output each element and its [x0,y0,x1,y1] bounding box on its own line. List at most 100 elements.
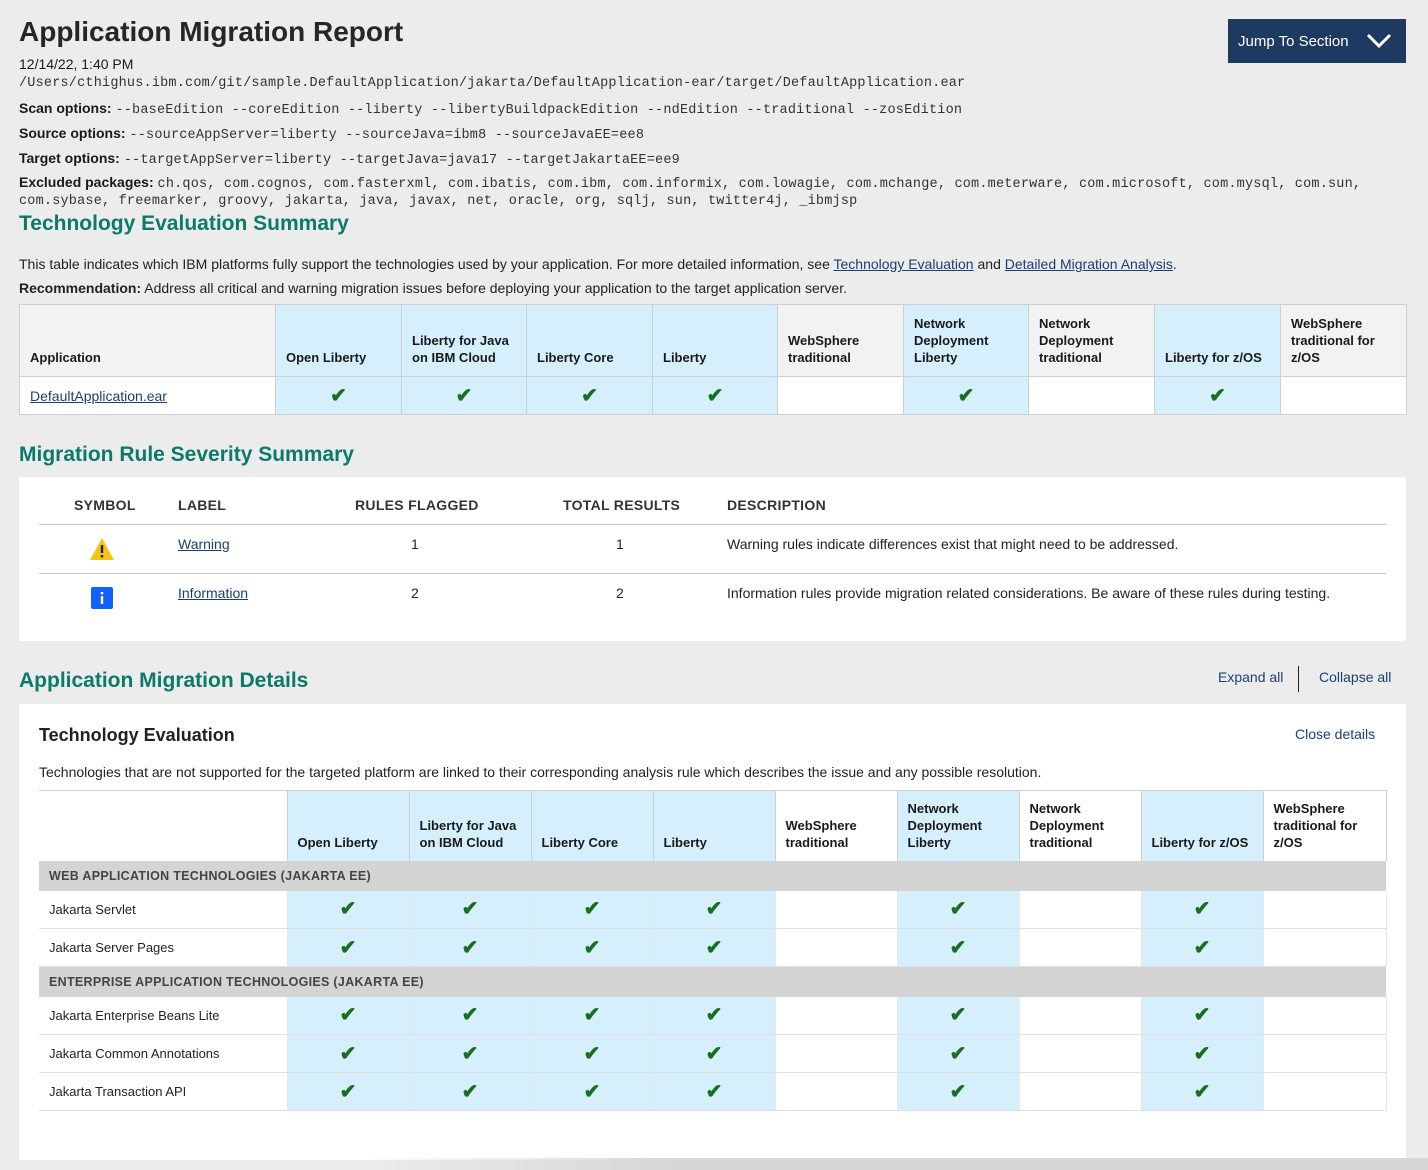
support-cell [1019,928,1142,967]
check-icon: ✔ [705,1004,723,1027]
check-icon: ✔ [1193,898,1211,921]
target-options-value: --targetAppServer=liberty --targetJava=j… [123,153,680,168]
check-icon: ✔ [1193,1080,1211,1103]
check-icon: ✔ [583,1080,601,1103]
category-row: ENTERPRISE APPLICATION TECHNOLOGIES (JAK… [39,966,1386,997]
support-cell: ✔ [1154,376,1281,415]
support-cell [1019,1072,1142,1111]
support-cell: ✔ [1141,1034,1264,1073]
divider [39,573,1386,574]
tech-summary-desc-and: and [977,256,1001,272]
support-cell: ✔ [409,890,532,929]
support-cell: ✔ [526,376,653,415]
support-cell: ✔ [653,1034,776,1073]
support-cell: ✔ [1141,928,1264,967]
technology-name: Jakarta Transaction API [39,1072,288,1111]
jump-to-section-button[interactable]: Jump To Section [1228,19,1406,63]
check-icon: ✔ [949,1004,967,1027]
support-cell: ✔ [897,1072,1020,1111]
warning-link[interactable]: Warning [178,536,230,552]
platform-header: Network Deployment Liberty [897,790,1020,861]
check-icon: ✔ [339,1042,357,1065]
check-icon: ✔ [455,384,473,407]
recommendation-text: Address all critical and warning migrati… [144,280,847,296]
detailed-migration-analysis-link[interactable]: Detailed Migration Analysis [1005,256,1173,272]
platform-header: Liberty for Java on IBM Cloud [409,790,532,861]
category-label: WEB APPLICATION TECHNOLOGIES (JAKARTA EE… [39,860,1386,891]
support-cell: ✔ [409,928,532,967]
technology-row: Jakarta Transaction API ✔ ✔ ✔ ✔ ✔ ✔ [39,1072,1387,1111]
technology-evaluation-link[interactable]: Technology Evaluation [834,256,974,272]
support-cell: ✔ [653,890,776,929]
platform-header: Network Deployment traditional [1019,790,1142,861]
support-cell [775,1034,898,1073]
check-icon: ✔ [1193,1004,1211,1027]
support-cell [775,1072,898,1111]
platform-header: Network Deployment Liberty [903,304,1029,377]
support-cell: ✔ [287,996,410,1035]
support-cell: ✔ [275,376,402,415]
platform-summary-table: Application Open Liberty Liberty for Jav… [19,304,1407,415]
support-cell: ✔ [653,928,776,967]
check-icon: ✔ [583,1004,601,1027]
check-icon: ✔ [461,1042,479,1065]
check-icon: ✔ [949,936,967,959]
symbol-column-header: SYMBOL [74,497,136,513]
support-cell: ✔ [897,928,1020,967]
check-icon: ✔ [705,936,723,959]
platform-header: Liberty for z/OS [1141,790,1264,861]
check-icon: ✔ [1209,384,1226,407]
support-cell: ✔ [1141,996,1264,1035]
support-cell [1028,376,1155,415]
report-page: Application Migration Report 12/14/22, 1… [0,0,1428,1170]
expand-all-button[interactable]: Expand all [1218,669,1283,685]
support-cell [1019,996,1142,1035]
support-cell: ✔ [531,1034,654,1073]
support-cell: ✔ [903,376,1029,415]
category-row: WEB APPLICATION TECHNOLOGIES (JAKARTA EE… [39,860,1386,891]
source-options-value: --sourceAppServer=liberty --sourceJava=i… [129,128,645,143]
excluded-packages-label: Excluded packages: [19,174,154,190]
support-cell: ✔ [531,890,654,929]
tech-summary-desc-text: This table indicates which IBM platforms… [19,256,830,272]
support-cell: ✔ [1141,890,1264,929]
technology-evaluation-panel: Technology Evaluation Close details Tech… [19,704,1406,1160]
support-cell: ✔ [287,1034,410,1073]
support-cell: ✔ [287,1072,410,1111]
support-cell [775,890,898,929]
severity-summary-panel: SYMBOL LABEL RULES FLAGGED TOTAL RESULTS… [19,477,1406,641]
technology-row: Jakarta Servlet ✔ ✔ ✔ ✔ ✔ ✔ [39,890,1387,929]
source-options: Source options: --sourceAppServer=libert… [19,125,644,143]
collapse-all-button[interactable]: Collapse all [1319,669,1391,685]
technology-name: Jakarta Server Pages [39,928,288,967]
platform-header: Network Deployment traditional [1028,304,1155,377]
rules-flagged-column-header: RULES FLAGGED [355,497,479,513]
close-details-button[interactable]: Close details [1295,726,1375,742]
tech-summary-desc-suffix: . [1172,256,1177,272]
label-column-header: LABEL [178,497,227,513]
platform-header: WebSphere traditional for z/OS [1280,304,1407,377]
support-cell [1263,996,1387,1035]
application-column-header: Application [19,304,276,377]
tech-header-row: Open Liberty Liberty for Java on IBM Clo… [39,790,1387,861]
severity-label-cell: Warning [178,536,230,552]
support-cell: ✔ [652,376,778,415]
technology-evaluation-description: Technologies that are not supported for … [39,764,1042,780]
check-icon: ✔ [583,936,601,959]
excluded-packages-value: ch.qos, com.cognos, com.fasterxml, com.i… [19,177,1362,209]
support-cell: ✔ [531,996,654,1035]
tech-summary-description: This table indicates which IBM platforms… [19,256,1177,272]
technology-row: Jakarta Server Pages ✔ ✔ ✔ ✔ ✔ ✔ [39,928,1387,967]
information-link[interactable]: Information [178,585,248,601]
page-bottom-shadow [360,1158,1428,1170]
check-icon: ✔ [705,898,723,921]
check-icon: ✔ [461,1004,479,1027]
support-cell: ✔ [653,996,776,1035]
application-link[interactable]: DefaultApplication.ear [30,388,167,404]
support-cell [1019,1034,1142,1073]
divider [1298,666,1299,692]
recommendation-label: Recommendation: [19,280,142,296]
severity-summary-heading: Migration Rule Severity Summary [19,443,354,466]
summary-header-row: Application Open Liberty Liberty for Jav… [19,304,1407,377]
check-icon: ✔ [583,898,601,921]
